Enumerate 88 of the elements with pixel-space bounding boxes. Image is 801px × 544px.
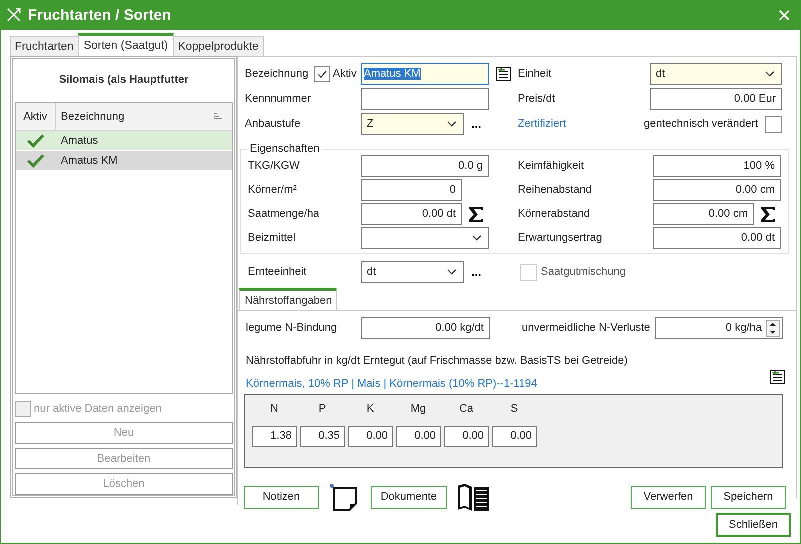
documents-button[interactable]: Dokumente xyxy=(371,486,447,508)
tab[interactable]: Nährstoffangaben xyxy=(239,288,337,310)
action-button: Neu xyxy=(15,422,233,444)
checkbox-label: nur aktive Daten anzeigen xyxy=(34,403,162,416)
tools-icon xyxy=(6,7,22,23)
unit-dropdown[interactable]: dt xyxy=(650,63,782,85)
column-header: S xyxy=(510,403,520,417)
field-label: Anbaustufe xyxy=(245,118,302,130)
list-row[interactable]: Amatus xyxy=(16,131,232,152)
field-label: Körner/m² xyxy=(248,184,298,196)
checkbox[interactable] xyxy=(314,66,330,82)
group-title: Eigenschaften xyxy=(249,143,321,155)
certified-link[interactable]: Zertifiziert xyxy=(518,118,630,130)
value-field[interactable]: 0.00 dt xyxy=(361,203,462,225)
field-label: Kennnummer xyxy=(245,93,312,105)
action-button: Bearbeiten xyxy=(15,448,233,470)
source-link[interactable]: Körnermais, 10% RP | Mais | Körnermais (10% RP)--1-1194 xyxy=(246,378,538,390)
more-button[interactable]: ... xyxy=(471,265,482,279)
field-label: legume N-Bindung xyxy=(246,322,338,334)
chevron-icon[interactable] xyxy=(447,121,457,127)
column-header: Mg xyxy=(410,403,428,417)
price-field[interactable]: 0.00 Eur xyxy=(650,88,782,110)
checkbox[interactable] xyxy=(765,116,782,132)
value-field[interactable]: 0.00 cm xyxy=(653,179,781,201)
sort-icon[interactable] xyxy=(214,113,222,120)
field-label: Einheit xyxy=(518,68,553,80)
column-header: P xyxy=(318,403,328,417)
close-icon[interactable] xyxy=(779,10,790,20)
note-text: Nährstoffabfuhr in kg/dt Erntegut (auf Frischmasse bzw. BasisTS bei Getreide) xyxy=(246,355,629,367)
column-header[interactable]: Bezeichnung xyxy=(61,110,125,123)
field-label: TKG/KGW xyxy=(248,160,301,172)
book-icon[interactable] xyxy=(457,482,490,512)
action-button: Löschen xyxy=(15,473,233,495)
value-field[interactable]: 0.00 xyxy=(492,426,537,447)
checkbox-label: Aktiv xyxy=(333,68,357,80)
save-button[interactable]: Speichern xyxy=(711,486,786,508)
tab[interactable]: Koppelprodukte xyxy=(173,36,264,56)
check-icon xyxy=(316,68,328,80)
note-icon[interactable] xyxy=(329,482,357,512)
tab[interactable]: Fruchtarten xyxy=(10,36,79,56)
value-field[interactable]: 0.00 dt xyxy=(653,227,781,249)
checkbox-label: Saatgutmischung xyxy=(541,266,626,278)
harvest-unit-dropdown[interactable]: dt xyxy=(361,261,464,283)
chevron-icon[interactable] xyxy=(447,269,457,275)
value-field[interactable]: 0.35 xyxy=(300,426,345,447)
chevron-icon[interactable] xyxy=(765,71,775,77)
close-button[interactable]: Schließen xyxy=(716,513,791,537)
window-title: Fruchtarten / Sorten xyxy=(28,6,172,24)
losses-spinner[interactable]: 0 kg/ha xyxy=(655,317,783,339)
value-field[interactable]: 100 % xyxy=(653,155,781,177)
row-name: Amatus xyxy=(61,134,98,147)
value-field[interactable]: 0.00 xyxy=(396,426,441,447)
column-header[interactable]: Aktiv xyxy=(24,110,48,123)
field-label: Körnerabstand xyxy=(518,208,592,220)
number-field[interactable] xyxy=(361,88,489,110)
field-label: unvermeidliche N-Verluste xyxy=(522,322,652,334)
value-field[interactable]: 1.38 xyxy=(252,426,297,447)
column-header: K xyxy=(366,403,376,417)
spin-icon[interactable] xyxy=(766,320,780,336)
field-label: Ernteeinheit xyxy=(248,266,308,278)
field-label: Bezeichnung xyxy=(245,68,310,80)
name-field[interactable]: Amatus KM xyxy=(361,63,489,85)
value-field[interactable]: 0.00 cm xyxy=(653,203,754,225)
more-button[interactable]: ... xyxy=(471,117,482,131)
chevron-icon[interactable] xyxy=(472,235,482,241)
sum-icon[interactable] xyxy=(760,206,776,222)
dropdown[interactable] xyxy=(361,227,489,249)
field-label: Reihenabstand xyxy=(518,184,594,196)
field-label: Saatmenge/ha xyxy=(248,208,321,220)
group-heading: Silomais (als Hauptfutter xyxy=(59,74,189,86)
field-label: Keimfähigkeit xyxy=(518,160,586,172)
checkbox-label: gentechnisch verändert xyxy=(644,118,758,130)
field-label: Erwartungsertrag xyxy=(518,232,604,244)
value-field[interactable]: 0.00 xyxy=(348,426,393,447)
sum-icon[interactable] xyxy=(468,206,484,222)
stage-dropdown[interactable]: Z xyxy=(361,113,464,135)
field-label: Beizmittel xyxy=(248,232,297,244)
notes-button[interactable]: Notizen xyxy=(244,486,319,508)
column-header: N xyxy=(270,403,280,417)
row-name: Amatus KM xyxy=(61,154,118,167)
value-field[interactable]: 0.00 xyxy=(444,426,489,447)
list-row[interactable]: Amatus KM xyxy=(16,151,232,172)
value-field[interactable]: 0.0 g xyxy=(361,155,489,177)
discard-button[interactable]: Verwerfen xyxy=(631,486,706,508)
legume-field[interactable]: 0.00 kg/dt xyxy=(361,317,490,339)
column-header: Ca xyxy=(458,403,475,417)
field-label: Preis/dt xyxy=(518,93,556,105)
value-field[interactable]: 0 xyxy=(361,179,462,201)
